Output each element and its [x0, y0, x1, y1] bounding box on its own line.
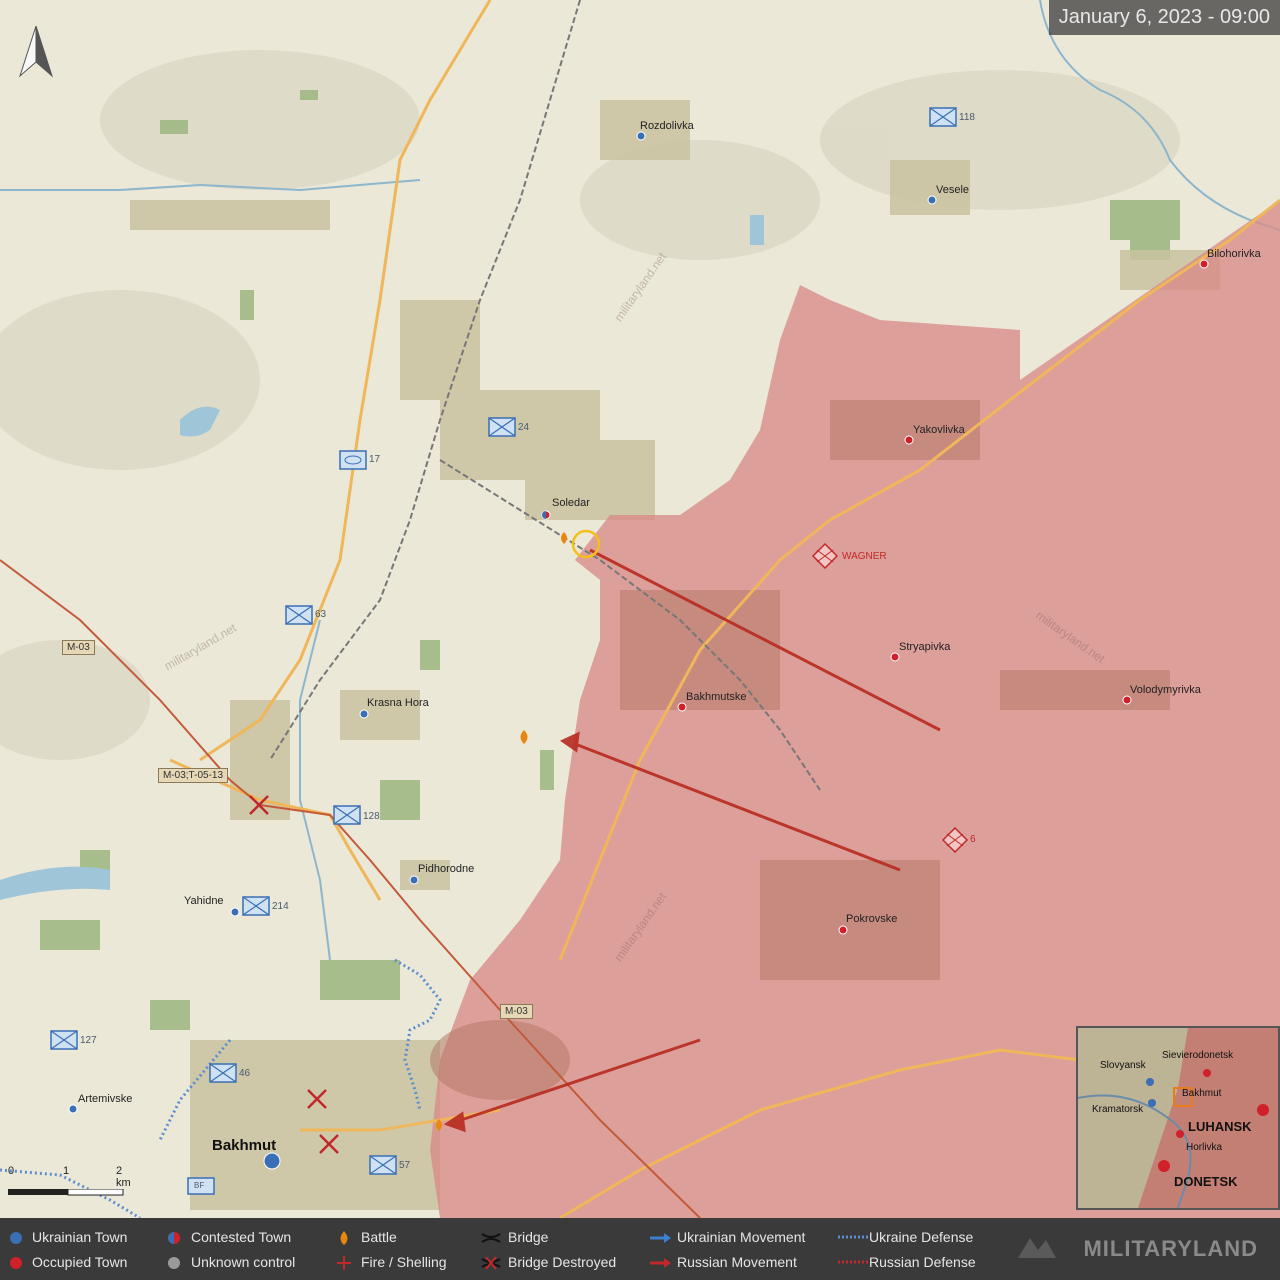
town-label: Yakovlivka: [913, 424, 965, 436]
map[interactable]: militaryland.net militaryland.net milita…: [0, 0, 1280, 1280]
town-label: Vesele: [936, 184, 970, 196]
town-label: Stryapivka: [899, 641, 951, 653]
battle-icon: [340, 1231, 348, 1245]
town-label: Pidhorodne: [418, 863, 475, 875]
legend-label: Ukrainian Town: [32, 1229, 128, 1245]
unit-label: 6: [970, 834, 976, 845]
ukraine-defense-icon: [838, 1235, 868, 1239]
inset-label: Slovyansk: [1100, 1060, 1146, 1071]
unit-label: 24: [518, 422, 530, 433]
inset-label: DONETSK: [1174, 1174, 1238, 1189]
ukrainian-town-icon: [10, 1232, 22, 1244]
legend-label: Bridge Destroyed: [508, 1254, 617, 1270]
legend-label: Ukraine Defense: [869, 1229, 974, 1245]
bridge-icon: [481, 1233, 501, 1243]
fire-shelling-icon: [337, 1256, 351, 1270]
town-label: Pokrovske: [846, 913, 898, 925]
town-label: Bilohorivka: [1207, 248, 1261, 260]
inset-label: Kramatorsk: [1092, 1104, 1144, 1115]
inset-label: Horlivka: [1186, 1142, 1223, 1153]
town-label: Krasna Hora: [367, 697, 429, 709]
road-shield: M-03: [62, 640, 95, 655]
unit-label: 63: [315, 609, 327, 620]
ukrainian-movement-icon: [650, 1233, 671, 1243]
legend-label: Russian Defense: [869, 1254, 976, 1270]
unit-label: 214: [272, 901, 289, 912]
unit-label: 17: [369, 454, 381, 465]
road-shield: M-03: [500, 1004, 533, 1019]
town-label: Artemivske: [78, 1093, 133, 1105]
town-label: Rozdolivka: [640, 120, 694, 132]
town-label: Bakhmutske: [686, 691, 747, 703]
legend-label: Battle: [361, 1229, 397, 1245]
scale-label: 1: [63, 1165, 70, 1177]
legend-label: Contested Town: [191, 1229, 292, 1245]
unit-label: 46: [239, 1068, 251, 1079]
town-label: Volodymyrivka: [1130, 684, 1201, 696]
road-shield: M-03;T-05-13: [158, 768, 229, 783]
town-label: Soledar: [552, 497, 590, 509]
legend-label: Russian Movement: [677, 1254, 797, 1270]
russian-defense-icon: [838, 1260, 868, 1264]
unit-label: 128: [363, 811, 380, 822]
legend-label: Bridge: [508, 1229, 549, 1245]
bridge-destroyed-icon: [481, 1256, 501, 1270]
inset-map: Slovyansk Sievierodonetsk Kramatorsk Bak…: [1076, 1026, 1280, 1210]
legend-label: Fire / Shelling: [361, 1254, 447, 1270]
brand-logo-icon: [1018, 1238, 1056, 1258]
town-label: Yahidne: [184, 895, 224, 907]
scale-label: 0: [8, 1165, 15, 1177]
inset-label: Bakhmut: [1182, 1088, 1222, 1099]
contested-town-icon: [168, 1232, 180, 1244]
unit-label-wagner: WAGNER: [842, 551, 887, 562]
unit-label: 118: [959, 112, 975, 123]
legend-label: Ukrainian Movement: [677, 1229, 806, 1245]
unknown-control-icon: [168, 1257, 180, 1269]
town-label-bakhmut: Bakhmut: [212, 1137, 277, 1154]
unit-label: 57: [399, 1160, 411, 1171]
legend-label: Unknown control: [191, 1254, 296, 1270]
unit-label: 127: [80, 1035, 97, 1046]
occupied-town-icon: [10, 1257, 22, 1269]
scale-label: 2 km: [116, 1165, 131, 1189]
brand-logo: MILITARYLAND: [1083, 1236, 1258, 1261]
inset-label: LUHANSK: [1188, 1119, 1252, 1134]
inset-label: Sievierodonetsk: [1162, 1050, 1234, 1061]
unit-label: BF: [194, 1181, 205, 1190]
russian-movement-icon: [650, 1258, 671, 1268]
legend-label: Occupied Town: [32, 1254, 128, 1270]
